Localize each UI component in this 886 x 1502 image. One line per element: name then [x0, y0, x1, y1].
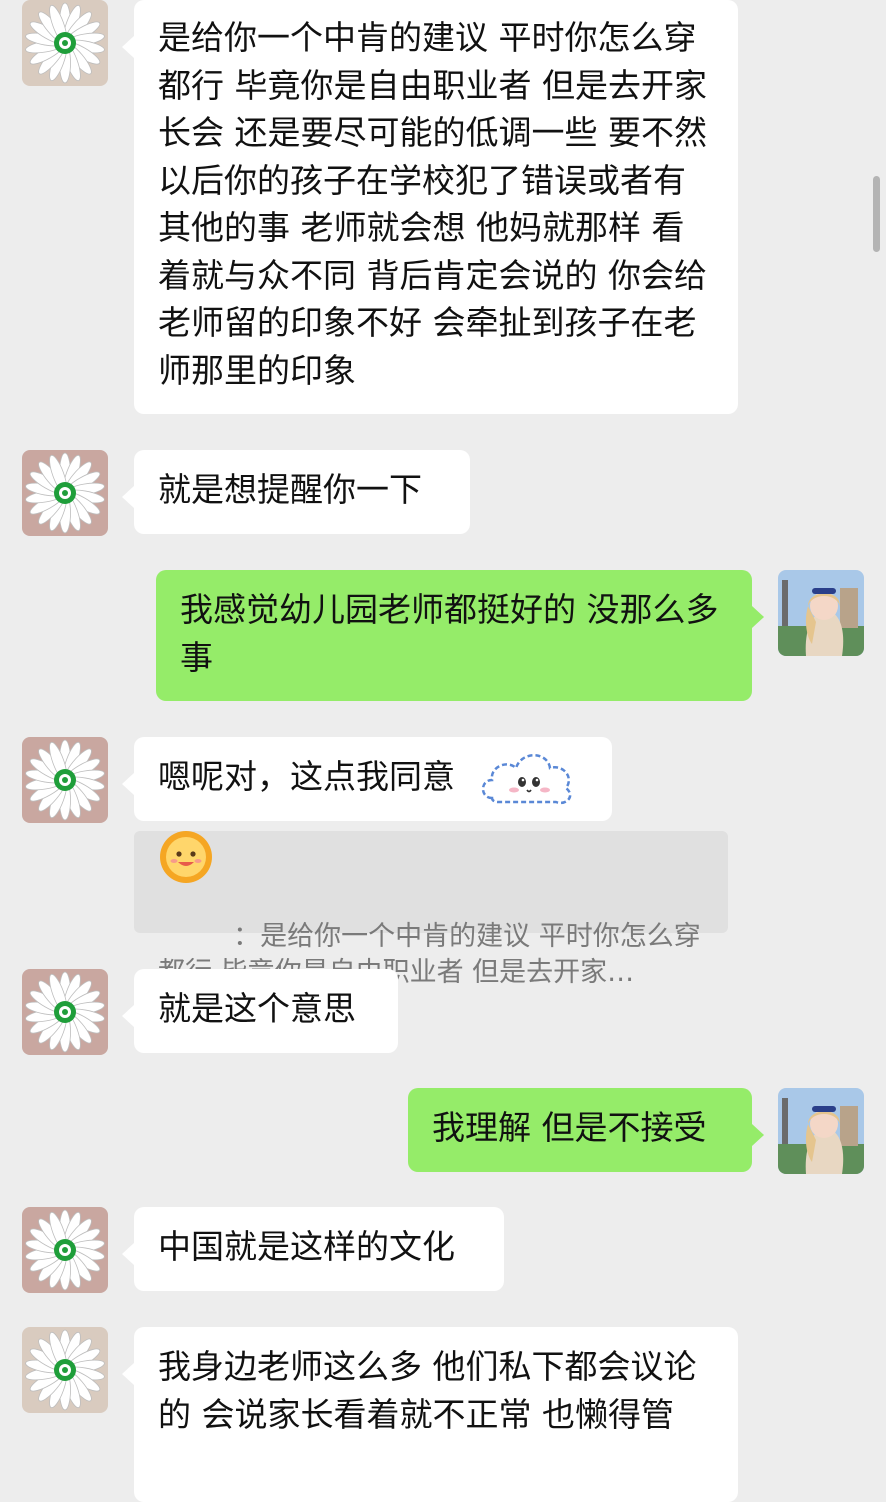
- message-bubble-incoming[interactable]: 是给你一个中肯的建议 平时你怎么穿都行 毕竟你是自由职业者 但是去开家长会 还是…: [122, 0, 738, 414]
- contact-avatar[interactable]: [22, 737, 108, 823]
- message-bubble-incoming[interactable]: 就是这个意思: [122, 969, 398, 1053]
- contact-avatar[interactable]: [22, 450, 108, 536]
- cloud-face-sticker: [478, 744, 576, 812]
- message-bubble-outgoing[interactable]: 我理解 但是不接受: [408, 1088, 764, 1172]
- scrollbar-thumb[interactable]: [873, 176, 880, 252]
- user-photo-icon: [778, 1088, 864, 1174]
- smiley-sun-emoji-icon: [160, 831, 212, 883]
- message-bubble-incoming[interactable]: 我身边老师这么多 他们私下都会议论的 会说家长看着就不正常 也懒得管: [122, 1327, 738, 1502]
- daisy-flower-icon: [22, 969, 108, 1055]
- contact-avatar[interactable]: [22, 1327, 108, 1413]
- message-bubble-incoming[interactable]: 就是想提醒你一下: [122, 450, 470, 534]
- user-photo-icon: [778, 570, 864, 656]
- daisy-flower-icon: [22, 737, 108, 823]
- my-avatar[interactable]: [778, 1088, 864, 1174]
- daisy-flower-icon: [22, 0, 108, 86]
- message-bubble-outgoing[interactable]: 我感觉幼儿园老师都挺好的 没那么多事: [156, 570, 764, 701]
- cloud-face-sticker-icon: [481, 754, 572, 805]
- contact-avatar[interactable]: [22, 1207, 108, 1293]
- my-avatar[interactable]: [778, 570, 864, 656]
- contact-avatar[interactable]: [22, 0, 108, 86]
- contact-avatar[interactable]: [22, 969, 108, 1055]
- quoted-reply[interactable]: ：是给你一个中肯的建议 平时你怎么穿都行 毕竟你是自由职业者 但是去开家…: [134, 831, 728, 988]
- daisy-flower-icon: [22, 1327, 108, 1413]
- message-bubble-incoming[interactable]: 中国就是这样的文化: [122, 1207, 504, 1291]
- daisy-flower-icon: [22, 1207, 108, 1293]
- quote-separator: ：: [233, 921, 261, 952]
- daisy-flower-icon: [22, 450, 108, 536]
